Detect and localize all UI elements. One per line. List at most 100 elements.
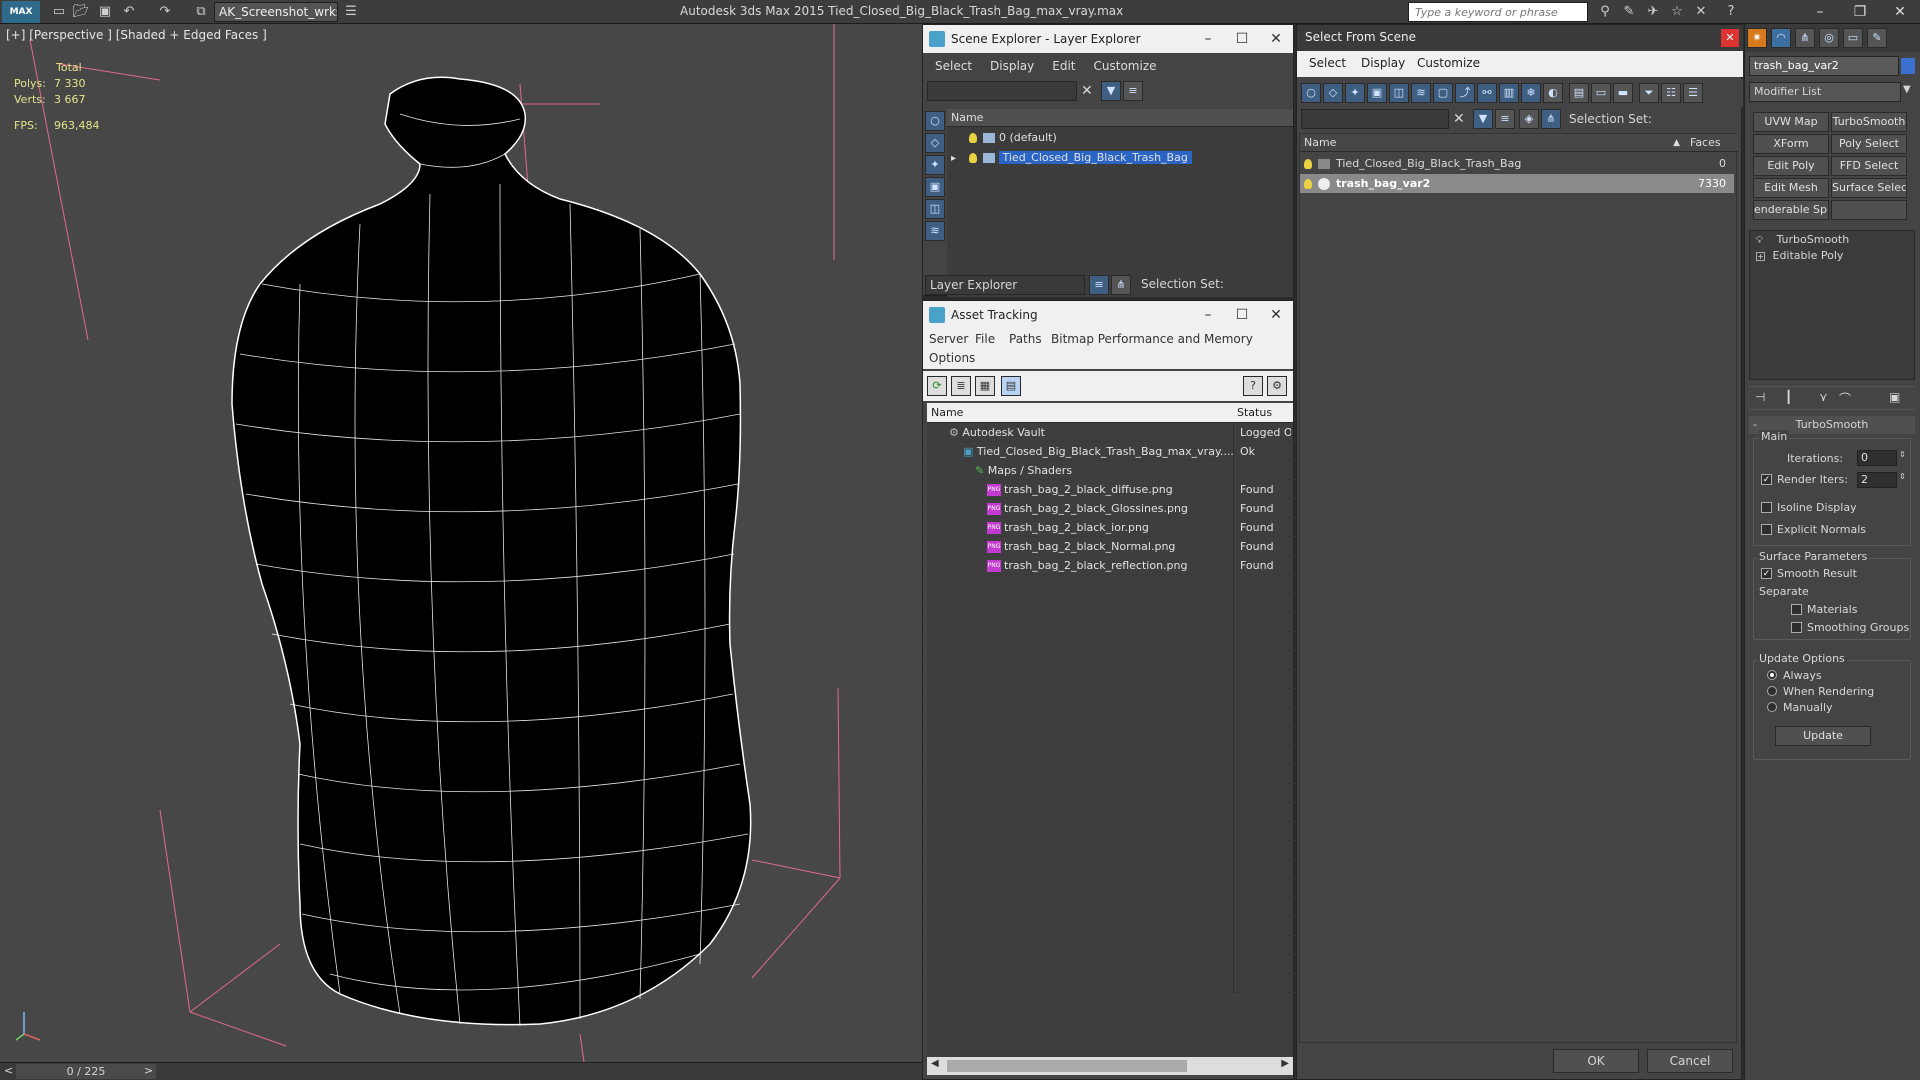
- chevron-down-icon[interactable]: ▼: [1903, 84, 1911, 95]
- display-all-icon[interactable]: ▤: [1569, 83, 1589, 103]
- surface-select-button[interactable]: Surface Select: [1831, 178, 1907, 198]
- display-containers-icon[interactable]: ▥: [1499, 83, 1519, 103]
- help-icon[interactable]: ?: [1243, 376, 1263, 396]
- table-row[interactable]: PNG trash_bag_2_black_diffuse.png Found: [927, 480, 1297, 499]
- restore-icon[interactable]: ❐: [1840, 0, 1880, 24]
- menu-server[interactable]: Server: [929, 332, 968, 346]
- display-spacewarps-icon[interactable]: ≋: [925, 221, 945, 241]
- help-icon[interactable]: ?: [1722, 3, 1740, 21]
- modifier-stack-item[interactable]: + Editable Poly: [1756, 249, 1843, 262]
- display-lights-icon[interactable]: ✦: [1345, 83, 1365, 103]
- show-end-result-icon[interactable]: ┃: [1785, 390, 1792, 404]
- utilities-tab-icon[interactable]: ✎: [1867, 28, 1887, 48]
- pin-stack-icon[interactable]: ⊣: [1755, 390, 1765, 404]
- sort-arrow-icon[interactable]: ▲: [1673, 134, 1680, 152]
- ffd-select-button[interactable]: FFD Select: [1831, 156, 1907, 176]
- menu-customize[interactable]: Customize: [1094, 55, 1157, 77]
- thumbnail-view-icon[interactable]: ▦: [975, 376, 995, 396]
- display-lights-icon[interactable]: ✦: [925, 155, 945, 175]
- xform-button[interactable]: XForm: [1753, 134, 1829, 154]
- viewport-label[interactable]: [+] [Perspective ] [Shaded + Edged Faces…: [6, 28, 267, 42]
- minimize-icon[interactable]: –: [1191, 25, 1225, 53]
- render-iters-checkbox[interactable]: ✓: [1761, 474, 1772, 485]
- prev-frame-icon[interactable]: <: [4, 1064, 13, 1077]
- binoculars-icon[interactable]: ⚲: [1596, 3, 1614, 21]
- clear-filter-icon[interactable]: ✕: [1453, 111, 1465, 127]
- display-groups-icon[interactable]: ▢: [1433, 83, 1453, 103]
- spinner-arrows-icon[interactable]: ⇕: [1899, 450, 1906, 459]
- materials-checkbox[interactable]: [1791, 604, 1802, 615]
- menu-customize[interactable]: Customize: [1417, 56, 1480, 70]
- close-icon[interactable]: ✕: [1721, 29, 1739, 47]
- menu-paths[interactable]: Paths: [1009, 332, 1042, 346]
- settings-icon[interactable]: ⚙: [1267, 376, 1287, 396]
- save-icon[interactable]: ▣: [96, 3, 114, 21]
- layers-icon[interactable]: ◈: [1519, 109, 1539, 129]
- name-column-header[interactable]: Name: [947, 109, 1293, 127]
- options-icon[interactable]: ☰: [1683, 83, 1703, 103]
- tools-icon[interactable]: ✎: [1620, 3, 1638, 21]
- update-button[interactable]: Update: [1775, 726, 1871, 746]
- uvw-map-button[interactable]: UVW Map: [1753, 112, 1829, 132]
- menu-display[interactable]: Display: [1361, 56, 1405, 70]
- communication-icon[interactable]: ✈: [1644, 3, 1662, 21]
- make-unique-icon[interactable]: ⋎: [1819, 390, 1828, 404]
- collapse-icon[interactable]: -: [1753, 416, 1757, 434]
- renderable-spline-button[interactable]: enderable Splin: [1753, 200, 1829, 220]
- faces-column-header[interactable]: Faces: [1686, 134, 1738, 152]
- modify-tab-icon[interactable]: ◠: [1771, 28, 1791, 48]
- close-icon[interactable]: ✕: [1259, 301, 1293, 329]
- time-slider[interactable]: 0 / 225: [16, 1064, 156, 1079]
- display-cameras-icon[interactable]: ▣: [925, 177, 945, 197]
- light-bulb-icon[interactable]: [969, 133, 977, 143]
- light-bulb-icon[interactable]: [1304, 179, 1312, 189]
- display-helpers-icon[interactable]: ◫: [925, 199, 945, 219]
- display-geometry-icon[interactable]: ○: [925, 111, 945, 131]
- isoline-display-checkbox[interactable]: [1761, 502, 1772, 513]
- table-row[interactable]: ✎ Maps / Shaders: [927, 461, 1297, 480]
- table-row[interactable]: ▣ Tied_Closed_Big_Black_Trash_Bag_max_vr…: [927, 442, 1297, 461]
- light-bulb-icon[interactable]: [1304, 159, 1312, 169]
- clear-filter-icon[interactable]: ✕: [1081, 83, 1093, 99]
- display-geometry-icon[interactable]: ○: [1301, 83, 1321, 103]
- asset-name-header[interactable]: Name: [927, 403, 1233, 423]
- table-row[interactable]: PNG trash_bag_2_black_ior.png Found: [927, 518, 1297, 537]
- motion-tab-icon[interactable]: ◎: [1819, 28, 1839, 48]
- asset-status-header[interactable]: Status: [1233, 403, 1293, 423]
- object-name-field[interactable]: trash_bag_var2: [1749, 56, 1899, 76]
- create-tab-icon[interactable]: ✷: [1747, 28, 1767, 48]
- layer-sort-icon[interactable]: ≡: [1495, 109, 1515, 129]
- list-item[interactable]: Tied_Closed_Big_Black_Trash_Bag 0: [1300, 154, 1734, 173]
- display-spacewarps-icon[interactable]: ≋: [1411, 83, 1431, 103]
- iterations-spinner[interactable]: 0: [1857, 450, 1897, 466]
- empty-modifier-button[interactable]: [1831, 200, 1907, 220]
- display-hidden-icon[interactable]: ◐: [1543, 83, 1563, 103]
- favorites-icon[interactable]: ☆: [1668, 3, 1686, 21]
- tree-row-default-layer[interactable]: 0 (default): [947, 129, 1293, 147]
- object-color-swatch[interactable]: [1901, 58, 1915, 74]
- redo-icon[interactable]: ↷: [156, 3, 174, 21]
- expand-icon[interactable]: +: [1756, 252, 1765, 261]
- hierarchy-icon[interactable]: ⋔: [1111, 275, 1131, 295]
- scene-filter-input[interactable]: [927, 81, 1077, 101]
- render-iters-spinner[interactable]: 2: [1857, 472, 1897, 488]
- app-logo-icon[interactable]: MAX: [2, 1, 40, 23]
- display-shapes-icon[interactable]: ◇: [925, 133, 945, 153]
- table-row[interactable]: PNG trash_bag_2_black_Glossines.png Found: [927, 499, 1297, 518]
- display-none-icon[interactable]: ▭: [1591, 83, 1611, 103]
- display-xrefs-icon[interactable]: ⤴: [1455, 83, 1475, 103]
- when-rendering-radio[interactable]: [1767, 686, 1777, 696]
- edit-poly-button[interactable]: Edit Poly: [1753, 156, 1829, 176]
- smoothing-groups-checkbox[interactable]: [1791, 622, 1802, 633]
- poly-select-button[interactable]: Poly Select: [1831, 134, 1907, 154]
- display-helpers-icon[interactable]: ◫: [1389, 83, 1409, 103]
- remove-modifier-icon[interactable]: ⌒: [1839, 390, 1851, 407]
- menu-select[interactable]: Select: [935, 55, 972, 77]
- workspace-select[interactable]: AK_Screenshot_wrksp: [214, 2, 338, 22]
- menu-options[interactable]: Options: [929, 351, 975, 365]
- close-icon[interactable]: ✕: [1880, 0, 1920, 24]
- maximize-icon[interactable]: ☐: [1225, 25, 1259, 53]
- display-cameras-icon[interactable]: ▣: [1367, 83, 1387, 103]
- menu-bitmap-performance[interactable]: Bitmap Performance and Memory: [1051, 332, 1253, 346]
- minimize-icon[interactable]: –: [1191, 301, 1225, 329]
